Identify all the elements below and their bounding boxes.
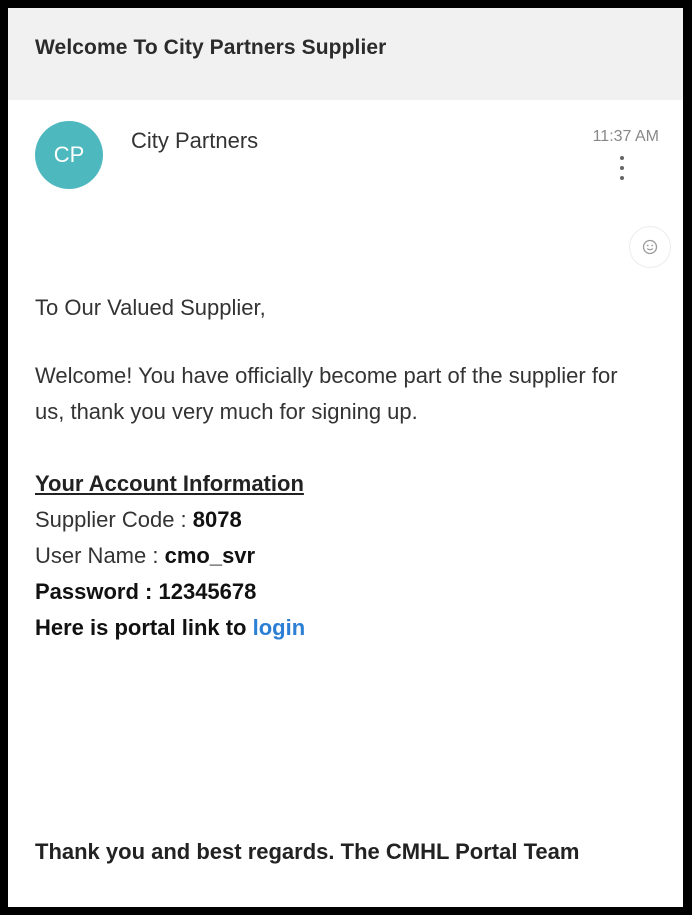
email-body: To Our Valued Supplier, Welcome! You hav… — [35, 290, 650, 646]
sender-avatar[interactable]: CP — [35, 121, 103, 189]
portal-link-text: Here is portal link to — [35, 615, 253, 640]
subject-bar: Welcome To City Partners Supplier — [8, 8, 683, 100]
account-info-heading: Your Account Information — [35, 471, 304, 496]
supplier-code-value: 8078 — [192, 507, 242, 532]
sender-name[interactable]: City Partners — [131, 128, 258, 154]
smiley-icon — [642, 239, 658, 255]
portal-link-row: Here is portal link to login — [35, 610, 650, 646]
supplier-code-row: Supplier Code : 8078 — [35, 502, 650, 538]
email-frame: Welcome To City Partners Supplier CP Cit… — [0, 0, 692, 915]
emoji-reaction-icon[interactable] — [629, 226, 671, 268]
user-name-row: User Name : cmo_svr — [35, 538, 650, 574]
email-time: 11:37 AM — [592, 128, 659, 145]
more-options-icon[interactable] — [615, 154, 629, 184]
user-name-label: User Name : — [35, 543, 165, 568]
password-row: Password : 12345678 — [35, 579, 257, 604]
avatar-initials: CP — [53, 142, 85, 167]
greeting-text: To Our Valued Supplier, — [35, 295, 266, 320]
login-link[interactable]: login — [253, 615, 306, 640]
email-subject: Welcome To City Partners Supplier — [35, 36, 387, 59]
signoff-text: Thank you and best regards. The CMHL Por… — [35, 839, 580, 864]
supplier-code-label: Supplier Code : — [35, 507, 193, 532]
welcome-paragraph: Welcome! You have officially become part… — [35, 363, 618, 424]
user-name-value: cmo_svr — [164, 543, 256, 568]
